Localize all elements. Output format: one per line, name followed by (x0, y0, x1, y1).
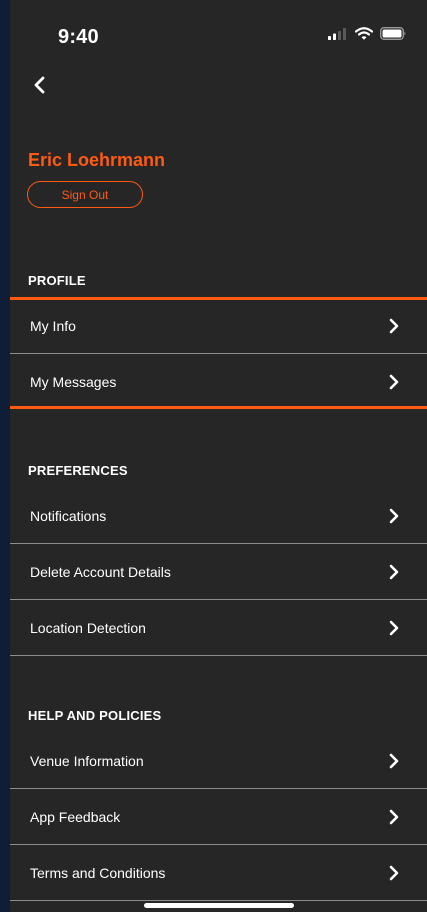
menu-item-notifications[interactable]: Notifications (10, 488, 427, 544)
menu-item-location-detection[interactable]: Location Detection (10, 600, 427, 656)
menu-item-label: Notifications (30, 507, 107, 524)
back-button[interactable] (24, 70, 54, 100)
menu-item-label: Delete Account Details (30, 563, 171, 580)
status-bar: 9:40 (10, 0, 427, 60)
menu-item-terms-and-conditions[interactable]: Terms and Conditions (10, 845, 427, 901)
menu-item-label: Location Detection (30, 619, 146, 636)
status-time: 9:40 (58, 26, 99, 48)
status-icons (328, 27, 407, 40)
section-title-preferences: PREFERENCES (28, 463, 128, 478)
menu-item-my-messages[interactable]: My Messages (10, 354, 427, 410)
section-title-help-and-policies: HELP AND POLICIES (28, 708, 162, 723)
menu-item-label: Terms and Conditions (30, 864, 166, 881)
chevron-right-icon (389, 809, 399, 824)
menu-item-label: My Info (30, 317, 76, 334)
wifi-icon (355, 27, 373, 40)
home-indicator (144, 903, 294, 908)
menu-item-label: My Messages (30, 374, 117, 390)
chevron-right-icon (389, 508, 399, 523)
menu-item-my-info[interactable]: My Info (10, 298, 427, 354)
chevron-right-icon (389, 620, 399, 635)
chevron-right-icon (389, 865, 399, 880)
sign-out-button[interactable]: Sign Out (27, 181, 143, 208)
chevron-right-icon (389, 564, 399, 579)
user-name: Eric Loehrmann (28, 150, 166, 170)
section-title-profile: PROFILE (28, 273, 86, 288)
cellular-signal-icon (328, 27, 346, 40)
chevron-right-icon (389, 753, 399, 768)
chevron-right-icon (389, 318, 399, 333)
menu-item-delete-account-details[interactable]: Delete Account Details (10, 544, 427, 600)
chevron-left-icon (34, 76, 45, 94)
menu-item-label: Venue Information (30, 752, 144, 769)
menu-item-venue-information[interactable]: Venue Information (10, 733, 427, 789)
chevron-right-icon (389, 374, 399, 390)
menu-item-label: App Feedback (30, 808, 121, 825)
battery-icon (380, 27, 406, 40)
account-screen: 9:40 Eric Loehrmann Sign Out PROFILE My … (10, 0, 427, 912)
menu-item-app-feedback[interactable]: App Feedback (10, 789, 427, 845)
